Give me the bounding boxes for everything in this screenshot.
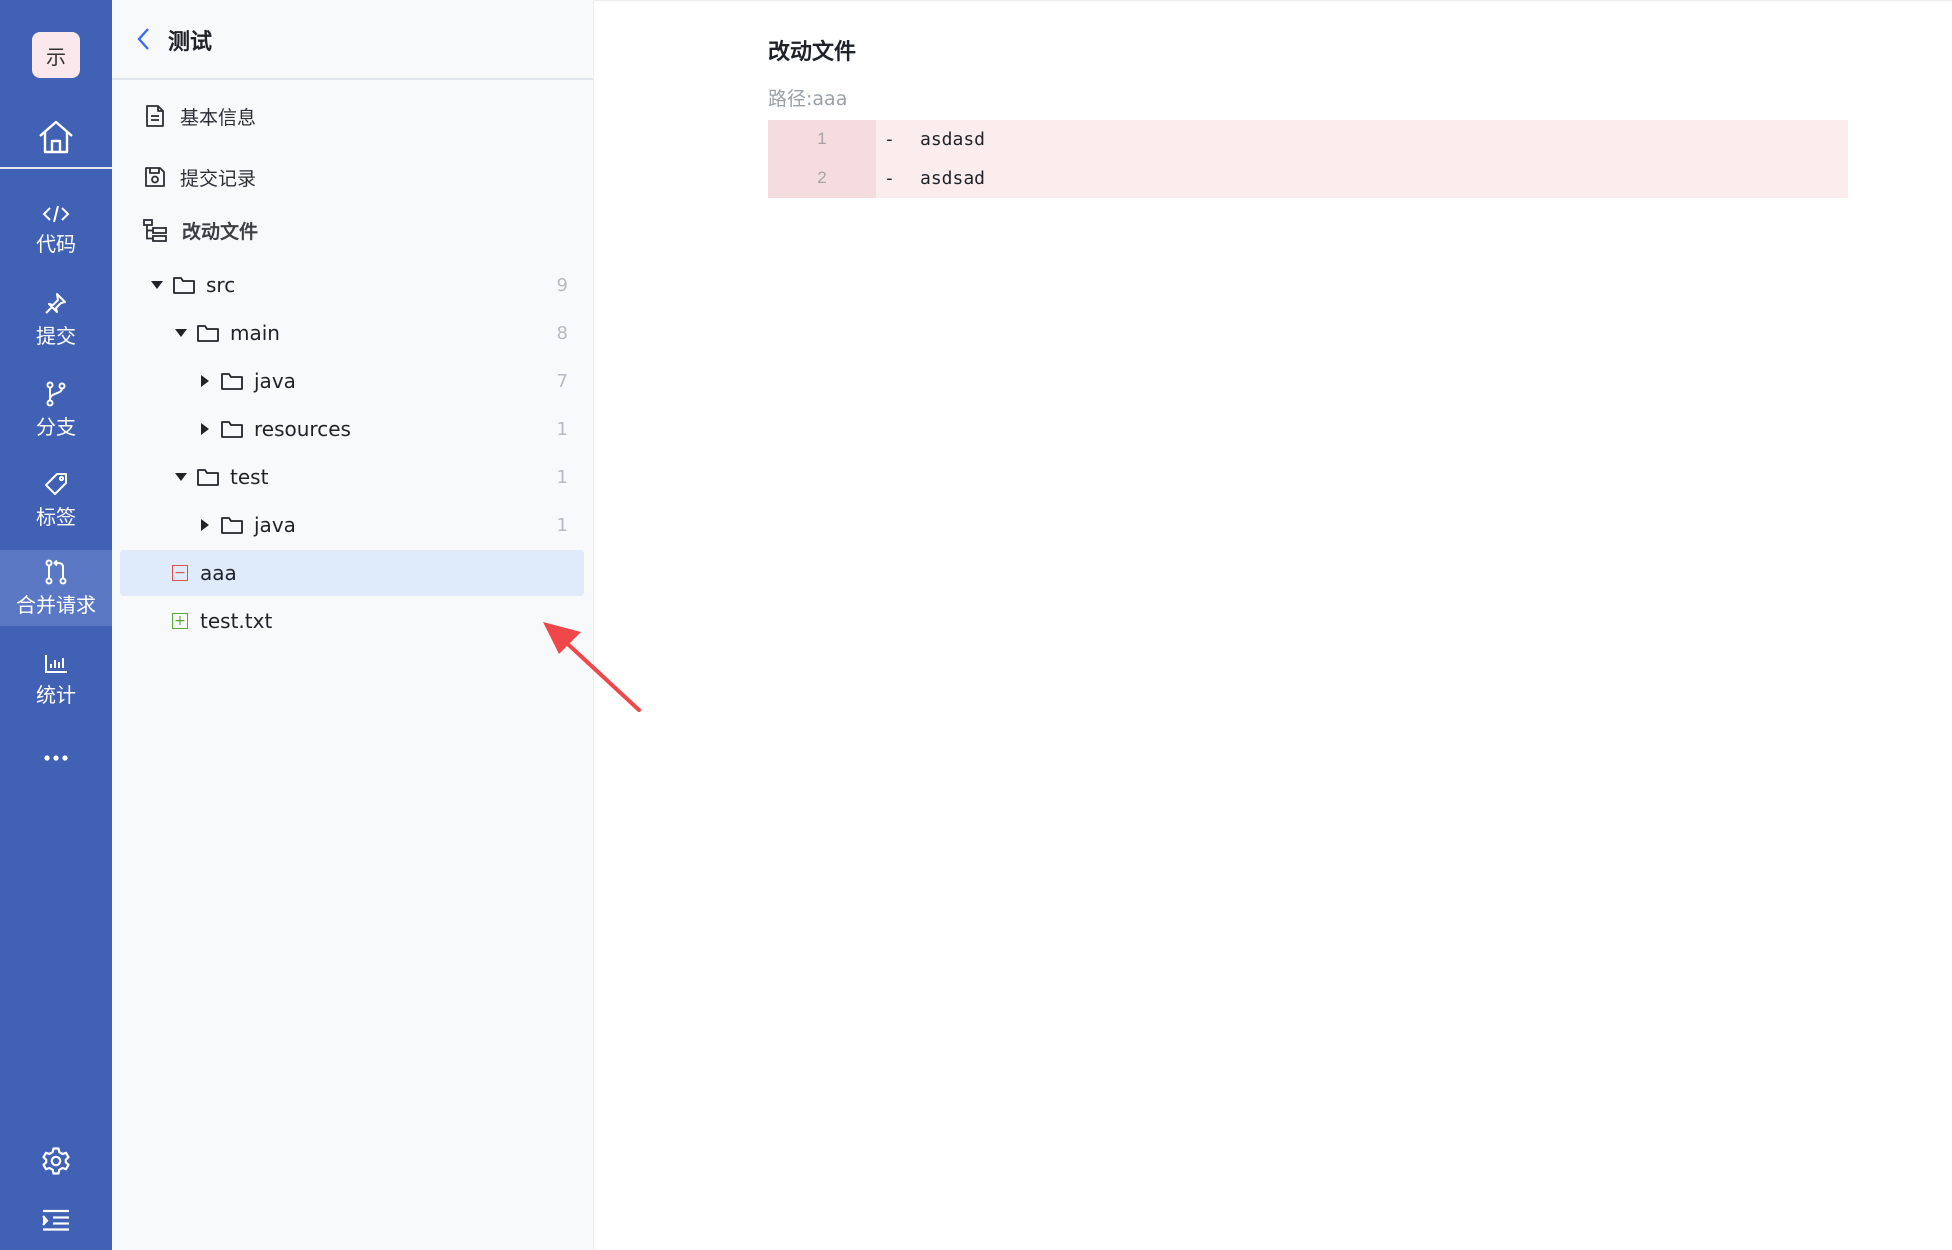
back-button[interactable] [136,26,152,56]
diff-sign: - [884,167,895,189]
tree-file-test-txt[interactable]: + test.txt [120,598,584,644]
logo-text: 示 [46,44,66,69]
tree-item-name: java [254,513,296,537]
tree-item-name: aaa [200,561,237,585]
tree-list-icon [143,219,167,242]
rail-item-commit[interactable]: 提交 [0,282,112,358]
rail-item-code[interactable]: 代码 [0,192,112,268]
gear-icon [42,1147,70,1175]
change-count: 1 [556,418,568,440]
tree-folder-resources[interactable]: resources 1 [120,406,584,452]
tree-item-name: src [206,273,236,297]
diff-block: 1 - asdasd 2 - asdsad [768,120,1848,198]
save-icon [145,167,165,187]
tree-file-aaa[interactable]: − aaa [120,550,584,596]
tree-item-name: java [254,369,296,393]
indent-icon [42,1209,69,1231]
rail-item-merge-request[interactable]: 合并请求 [0,550,112,626]
caret-down-icon[interactable] [172,473,190,481]
caret-right-icon[interactable] [196,519,214,531]
home-button[interactable] [0,108,112,166]
panel-title: 测试 [168,30,213,55]
file-added-icon: + [172,613,188,629]
rail-item-label: 合并请求 [16,592,96,617]
changes-panel: 测试 基本信息 提交记录 改动文件 src 9 main 8 java 7 re… [112,0,594,1250]
document-icon [146,105,164,127]
chevron-left-icon [137,28,149,50]
tree-folder-main[interactable]: main 8 [120,310,584,356]
settings-button[interactable] [0,1137,112,1185]
panel-header: 测试 [112,0,593,80]
diff-text: asdsad [920,167,986,189]
tree-item-name: main [230,321,280,345]
line-number: 2 [817,168,827,187]
tree-item-name: resources [254,417,351,441]
tree-folder-test[interactable]: test 1 [120,454,584,500]
rail-item-label: 统计 [36,682,76,707]
line-number: 1 [817,129,827,148]
caret-down-icon[interactable] [148,281,166,289]
bar-chart-icon [45,654,67,673]
folder-icon [197,325,219,342]
rail-item-label: 分支 [36,414,76,439]
caret-right-icon[interactable] [196,423,214,435]
page-title: 改动文件 [768,40,857,65]
menu-changed-files[interactable]: 改动文件 [142,210,258,250]
change-count: 9 [556,274,568,296]
menu-commit-history[interactable]: 提交记录 [142,157,256,197]
rail-divider [0,167,112,169]
tag-icon [45,472,67,495]
file-deleted-icon: − [172,565,188,581]
tree-item-name: test [230,465,269,489]
code-icon [42,205,70,222]
caret-right-icon[interactable] [196,375,214,387]
diff-sign: - [884,128,895,150]
file-path: 路径:aaa [768,88,848,110]
rail-item-branch[interactable]: 分支 [0,372,112,448]
tree-folder-java[interactable]: java 7 [120,358,584,404]
app-logo[interactable]: 示 [32,32,80,78]
tree-folder-test-java[interactable]: java 1 [120,502,584,548]
more-button[interactable] [0,740,112,776]
folder-icon [221,421,243,438]
menu-basic-info[interactable]: 基本信息 [142,96,256,136]
top-border [593,0,1952,1]
folder-icon [173,277,195,294]
branch-icon [46,381,66,406]
rail-item-label: 代码 [36,231,76,256]
change-count: 1 [556,466,568,488]
menu-label: 提交记录 [180,167,257,190]
folder-icon [221,373,243,390]
folder-icon [197,469,219,486]
rail-item-label: 提交 [36,323,76,348]
caret-down-icon[interactable] [172,329,190,337]
diff-line: 1 - asdasd [768,120,1848,158]
merge-request-icon [45,559,67,584]
tree-folder-src[interactable]: src 9 [120,262,584,308]
diff-text: asdasd [920,128,986,150]
change-count: 7 [556,370,568,392]
change-count: 1 [556,514,568,536]
rail-item-stats[interactable]: 统计 [0,642,112,718]
annotation-arrow [543,622,641,712]
change-count: 8 [556,322,568,344]
menu-label: 基本信息 [180,106,257,129]
more-icon [44,755,68,761]
home-icon [39,120,73,154]
collapse-button[interactable] [0,1196,112,1244]
diff-line: 2 - asdsad [768,159,1848,197]
tree-item-name: test.txt [200,609,273,633]
pin-icon [45,292,66,314]
app-rail: 示 代码 提交 分支 标签 合并请求 统计 [0,0,112,1250]
rail-item-label: 标签 [36,504,76,529]
rail-item-tag[interactable]: 标签 [0,462,112,538]
menu-label: 改动文件 [182,220,259,243]
folder-icon [221,517,243,534]
